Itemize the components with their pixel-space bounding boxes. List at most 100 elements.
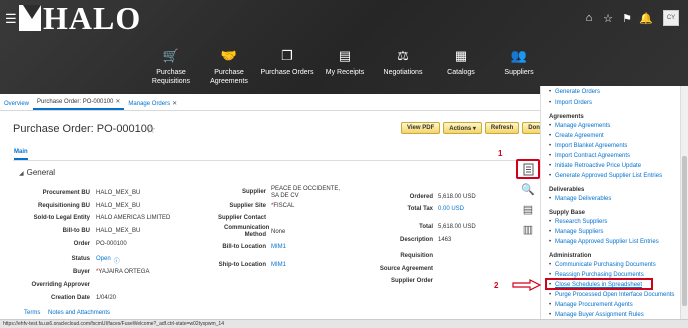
close-icon[interactable]: ✕: [115, 99, 120, 105]
search-icon[interactable]: 🔍: [516, 179, 540, 199]
tab-notes-attachments[interactable]: Notes and Attachments: [48, 310, 110, 316]
highlight-box: [545, 278, 653, 290]
task-import-orders[interactable]: Import Orders: [549, 100, 592, 106]
flag-icon[interactable]: ⚑: [618, 12, 636, 25]
scroll-thumb[interactable]: [682, 156, 687, 306]
task-research-suppliers[interactable]: Research Suppliers: [549, 219, 607, 225]
catalog-icon: ▦: [454, 48, 468, 63]
field-label: Creation Date: [50, 295, 90, 301]
tab-label: Manage Orders: [128, 101, 171, 107]
deliverables-heading: Deliverables: [549, 187, 585, 193]
page-actions: View PDF Actions ▾ Refresh Done: [401, 122, 552, 134]
field-label: Source Agreement: [379, 266, 433, 272]
nav-purchase-requisitions[interactable]: 🛒 Purchase Requisitions: [142, 46, 200, 86]
bell-icon[interactable]: 🔔: [637, 12, 655, 25]
tab-terms[interactable]: Terms: [24, 310, 40, 316]
divider: [13, 160, 540, 161]
field-value: 1463: [438, 237, 452, 243]
task-manage-suppliers[interactable]: Manage Suppliers: [549, 229, 603, 235]
collapse-icon[interactable]: ◢: [19, 171, 24, 177]
nav-my-receipts[interactable]: ▤ My Receipts: [316, 46, 374, 86]
supply-base-heading: Supply Base: [549, 210, 586, 216]
document-tabs: Overview Purchase Order: PO-000100 ✕ Mana…: [0, 97, 540, 111]
field-label: Total: [419, 224, 433, 230]
view-pdf-button[interactable]: View PDF: [401, 122, 441, 134]
springboard-nav: 🛒 Purchase Requisitions 🤝 Purchase Agree…: [142, 46, 548, 86]
agreements-heading: Agreements: [549, 114, 584, 120]
favorite-icon[interactable]: ☆: [146, 123, 156, 136]
field-label: Ordered: [409, 194, 433, 200]
negotiation-icon: ⚖: [397, 48, 409, 63]
panel-scrollbar[interactable]: [680, 86, 688, 319]
task-generate-orders[interactable]: Generate Orders: [549, 89, 600, 95]
nav-label: Negotiations: [383, 69, 423, 76]
annotation-two: 2: [494, 281, 499, 290]
tab-label: Purchase Order: PO-000100: [37, 99, 114, 105]
nav-purchase-agreements[interactable]: 🤝 Purchase Agreements: [200, 46, 258, 86]
handshake-icon: 🤝: [220, 48, 238, 63]
tab-manage-orders[interactable]: Manage Orders ✕: [124, 100, 181, 110]
analytics-icon[interactable]: ▥: [516, 219, 540, 239]
task-import-contract[interactable]: Import Contract Agreements: [549, 153, 630, 159]
annotation-one: 1: [498, 149, 503, 158]
cart-icon: 🛒: [162, 48, 180, 63]
administration-heading: Administration: [549, 253, 592, 259]
field-value[interactable]: MIM1: [271, 244, 286, 250]
task-generate-asl[interactable]: Generate Approved Supplier List Entries: [549, 173, 662, 179]
nav-label: Suppliers: [504, 69, 534, 76]
refresh-button[interactable]: Refresh: [484, 122, 520, 134]
documents-icon: ❐: [281, 48, 293, 63]
nav-negotiations[interactable]: ⚖ Negotiations: [374, 46, 432, 86]
report-icon[interactable]: ▤: [516, 199, 540, 219]
task-purge-interface[interactable]: Purge Processed Open Interface Documents: [549, 292, 674, 298]
page-title: Purchase Order: PO-000100: [13, 123, 154, 135]
task-manage-asl[interactable]: Manage Approved Supplier List Entries: [549, 239, 659, 245]
user-avatar[interactable]: CY: [663, 10, 679, 26]
menu-icon[interactable]: ☰: [5, 12, 17, 25]
actions-button[interactable]: Actions ▾: [443, 122, 482, 134]
field-value: 1/04/20: [96, 295, 117, 301]
task-import-blanket[interactable]: Import Blanket Agreements: [549, 143, 627, 149]
nav-label: Purchase Orders: [260, 69, 314, 76]
annotation-arrow-icon: [512, 279, 542, 291]
task-manage-deliverables[interactable]: Manage Deliverables: [549, 196, 611, 202]
nav-purchase-orders[interactable]: ❐ Purchase Orders: [258, 46, 316, 86]
receipt-icon: ▤: [338, 48, 352, 63]
field-value: 5,618.00 USD: [438, 224, 476, 230]
task-create-agreement[interactable]: Create Agreement: [549, 133, 604, 139]
task-manage-agents[interactable]: Manage Procurement Agents: [549, 302, 633, 308]
field-label: Supplier Contact: [217, 215, 266, 221]
nav-label: Catalogs: [447, 69, 475, 76]
close-icon[interactable]: ✕: [172, 101, 177, 107]
task-manage-agreements[interactable]: Manage Agreements: [549, 123, 610, 129]
nav-label: My Receipts: [325, 69, 365, 76]
field-label: Total Tax: [407, 206, 433, 212]
logo-mark-icon: [19, 5, 41, 31]
section-title: General: [26, 168, 56, 177]
global-toolbar: ⌂ ☆ ⚑ 🔔 CY: [579, 10, 688, 26]
field-label: Description: [399, 237, 433, 243]
section-general[interactable]: ◢ General: [19, 168, 55, 177]
field-label: Supplier Order: [390, 278, 433, 284]
tasks-icon[interactable]: [516, 159, 540, 179]
suppliers-icon: 👥: [510, 48, 528, 63]
home-icon[interactable]: ⌂: [580, 12, 598, 24]
nav-suppliers[interactable]: 👥 Suppliers: [490, 46, 548, 86]
task-communicate-documents[interactable]: Communicate Purchasing Documents: [549, 262, 656, 268]
tab-main[interactable]: Main: [14, 149, 28, 160]
nav-catalogs[interactable]: ▦ Catalogs: [432, 46, 490, 86]
panel-drawer-toolbar: 🔍 ▤ ▥: [516, 159, 540, 239]
field-value: 5,618.00 USD: [438, 194, 476, 200]
field-label: Bill-to Location: [222, 244, 266, 250]
halo-logo[interactable]: HALO: [19, 2, 141, 34]
field-label: Requisition: [400, 253, 433, 259]
footer-tabs: Terms Notes and Attachments: [24, 310, 116, 316]
tab-overview[interactable]: Overview: [0, 101, 33, 110]
tab-purchase-order[interactable]: Purchase Order: PO-000100 ✕: [33, 98, 125, 110]
star-icon[interactable]: ☆: [599, 12, 617, 25]
task-retroactive-price[interactable]: Initiate Retroactive Price Update: [549, 163, 641, 169]
task-buyer-rules[interactable]: Manage Buyer Assignment Rules: [549, 312, 644, 318]
field-value[interactable]: 0.00 USD: [438, 206, 464, 212]
nav-label: Purchase Agreements: [210, 69, 248, 85]
nav-label: Purchase Requisitions: [151, 69, 191, 85]
